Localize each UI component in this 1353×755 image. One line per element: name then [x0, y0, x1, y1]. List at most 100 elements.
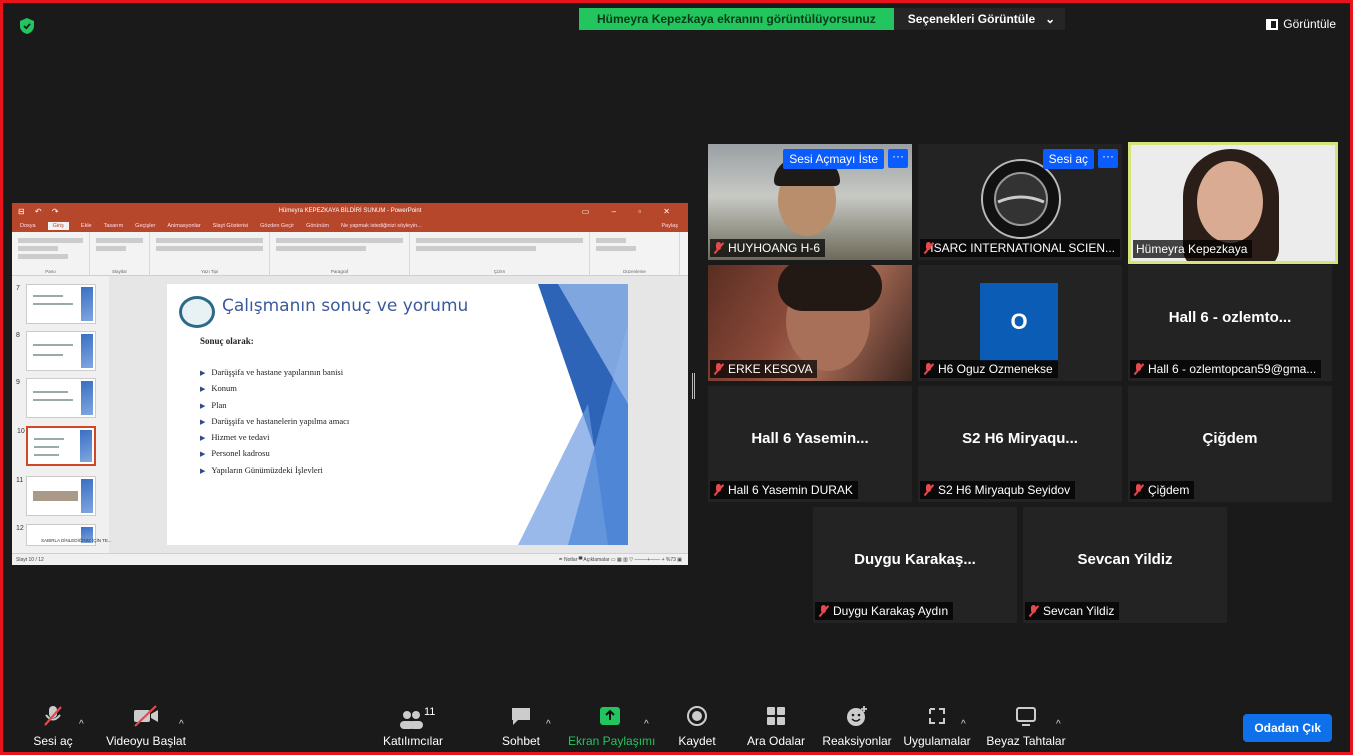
- chat-options-caret-icon[interactable]: ^: [546, 719, 551, 730]
- participant-tile[interactable]: Sesi aç ··· ISARC INTERNATIONAL SCIEN...: [918, 144, 1122, 260]
- security-shield-icon[interactable]: [19, 17, 35, 35]
- slide-thumbnail: 7: [16, 284, 96, 324]
- start-video-button[interactable]: Videoyu Başlat: [106, 705, 186, 748]
- ribbon-group: Yazı Tipi: [150, 232, 270, 275]
- audio-options-caret-icon[interactable]: ^: [79, 719, 84, 730]
- share-screen-label: Ekran Paylaşımı: [568, 734, 656, 748]
- isarc-logo-icon: [179, 296, 215, 328]
- participant-tile[interactable]: Duygu Karakaş... Duygu Karakaş Aydın: [813, 507, 1017, 623]
- chat-label: Sohbet: [501, 734, 541, 748]
- view-button-label: Görüntüle: [1283, 17, 1336, 31]
- apps-options-caret-icon[interactable]: ^: [961, 719, 966, 730]
- ppt-tab: Tasarım: [103, 222, 124, 229]
- more-options-button[interactable]: ···: [888, 149, 908, 168]
- participant-name: Hümeyra Kepezkaya: [1133, 240, 1253, 258]
- ppt-tab: Görünüm: [306, 222, 330, 229]
- avatar: O: [980, 283, 1058, 361]
- participant-name: Duygu Karakaş Aydın: [815, 602, 954, 620]
- muted-mic-icon: [713, 363, 724, 375]
- participant-name: Hall 6 Yasemin DURAK: [710, 481, 858, 499]
- muted-mic-icon: [1133, 484, 1144, 496]
- breakout-rooms-button[interactable]: Ara Odalar: [746, 705, 806, 748]
- participant-tile[interactable]: Hall 6 - ozlemto... Hall 6 - ozlemtopcan…: [1128, 265, 1332, 381]
- shared-screen[interactable]: ⊟ ↶ ↷ Hümeyra KEPEZKAYA BİLDİRİ SUNUM - …: [12, 203, 688, 565]
- ppt-status-bar: Slayt 10 / 12 ≐ Notlar ▀ Açıklamalar ▭ ▦…: [12, 553, 688, 565]
- video-options-caret-icon[interactable]: ^: [179, 719, 184, 730]
- participant-tile[interactable]: Sevcan Yildiz Sevcan Yildiz: [1023, 507, 1227, 623]
- slide-bullet-list: Darüşşifa ve hastane yapılarının banisi …: [200, 367, 349, 481]
- current-slide: Çalışmanın sonuç ve yorumu Sonuç olarak:…: [167, 284, 628, 545]
- participants-count: 11: [424, 706, 436, 718]
- participant-tile[interactable]: ERKE KESOVA: [708, 265, 912, 381]
- grid-view-icon: [1266, 18, 1279, 30]
- view-options-button[interactable]: Seçenekleri Görüntüle ⌄: [893, 8, 1066, 30]
- ribbon-group: Çizim: [410, 232, 590, 275]
- breakout-rooms-icon: [767, 707, 785, 725]
- participant-display-name: Hall 6 Yasemin...: [751, 430, 869, 447]
- participant-tile[interactable]: Hall 6 Yasemin... Hall 6 Yasemin DURAK: [708, 386, 912, 502]
- participant-display-name: Sevcan Yildiz: [1077, 551, 1173, 568]
- participant-face: [1197, 161, 1263, 243]
- unmute-button[interactable]: Sesi aç: [31, 705, 75, 748]
- slide-bullet: Personel kadrosu: [200, 448, 349, 464]
- panel-splitter-handle[interactable]: [692, 373, 695, 399]
- apps-icon: [929, 708, 945, 724]
- ppt-quick-access-icon: ⊟ ↶ ↷: [18, 206, 63, 216]
- ppt-tab: Dosya: [20, 222, 36, 229]
- ppt-tab: Ekle: [80, 222, 92, 229]
- record-button[interactable]: Kaydet: [675, 705, 719, 748]
- muted-mic-icon: [713, 484, 724, 496]
- ppt-title-bar: ⊟ ↶ ↷ Hümeyra KEPEZKAYA BİLDİRİ SUNUM - …: [12, 203, 688, 219]
- whiteboards-button[interactable]: Beyaz Tahtalar: [986, 705, 1066, 748]
- ppt-tab: Slayt Gösterisi: [212, 222, 249, 229]
- slide-thumbnail-selected: 10: [17, 426, 96, 466]
- record-icon: [687, 706, 707, 726]
- ppt-tab: Gözden Geçir: [260, 222, 295, 229]
- meeting-toolbar: Sesi aç ^ Videoyu Başlat ^ 11 Katılımcıl…: [3, 704, 1350, 752]
- reactions-label: Reaksiyonlar: [822, 734, 892, 748]
- ask-to-unmute-button[interactable]: Sesi Açmayı İste: [783, 149, 884, 169]
- chat-button[interactable]: Sohbet: [499, 705, 543, 748]
- unmute-button[interactable]: Sesi aç: [1042, 149, 1094, 169]
- slide-subheading: Sonuç olarak:: [200, 336, 254, 346]
- participant-tile[interactable]: O H6 Oguz Ozmenekse: [918, 265, 1122, 381]
- participant-name: HUYHOANG H-6: [710, 239, 826, 257]
- participant-name: Çiğdem: [1130, 481, 1195, 499]
- participant-tile[interactable]: Sesi Açmayı İste ··· HUYHOANG H-6: [708, 144, 912, 260]
- participant-name: ISARC INTERNATIONAL SCIEN...: [920, 239, 1120, 257]
- muted-mic-icon: [1133, 363, 1144, 375]
- chat-icon: [512, 708, 530, 725]
- breakout-rooms-label: Ara Odalar: [746, 734, 806, 748]
- whiteboard-options-caret-icon[interactable]: ^: [1056, 719, 1061, 730]
- slide-bullet: Darüşşifa ve hastanelerin yapılma amacı: [200, 416, 349, 432]
- start-video-label: Videoyu Başlat: [106, 734, 186, 748]
- ppt-tab: Paylaş: [661, 222, 678, 229]
- slide-thumbnails: 7 8 9 10 11 12 SABIRLA DİNLEDİĞİNİZ İÇİN …: [12, 276, 112, 553]
- ppt-tab: Animasyonlar: [167, 222, 201, 229]
- reactions-button[interactable]: Reaksiyonlar: [822, 705, 892, 748]
- participant-name: S2 H6 Miryaqub Seyidov: [920, 481, 1076, 499]
- leave-meeting-button[interactable]: Odadan Çık: [1243, 714, 1332, 742]
- slide-counter: Slayt 10 / 12: [16, 557, 44, 563]
- ribbon-group: Düzenleme: [590, 232, 680, 275]
- slide-bullet: Hizmet ve tedavi: [200, 432, 349, 448]
- participant-tile-active-speaker[interactable]: Hümeyra Kepezkaya: [1128, 142, 1338, 264]
- ppt-ribbon: Pano Slaytlar Yazı Tipi Paragraf Çizim D…: [12, 232, 688, 276]
- participant-display-name: Duygu Karakaş...: [854, 551, 976, 568]
- more-options-button[interactable]: ···: [1098, 149, 1118, 168]
- slide-thumbnail: 9: [16, 378, 96, 418]
- view-button[interactable]: Görüntüle: [1266, 17, 1336, 31]
- window-controls-icon: ▭ – ▫ ✕: [581, 206, 680, 216]
- participant-display-name: S2 H6 Miryaqu...: [962, 430, 1078, 447]
- participant-tile[interactable]: Çiğdem Çiğdem: [1128, 386, 1332, 502]
- muted-mic-icon: [1028, 605, 1039, 617]
- muted-mic-icon: [923, 484, 934, 496]
- share-options-caret-icon[interactable]: ^: [644, 719, 649, 730]
- ppt-window-title: Hümeyra KEPEZKAYA BİLDİRİ SUNUM - PowerP…: [278, 208, 422, 214]
- slide-decoration: [518, 284, 628, 545]
- participants-button[interactable]: 11 Katılımcılar: [380, 706, 446, 748]
- participant-tile[interactable]: S2 H6 Miryaqu... S2 H6 Miryaqub Seyidov: [918, 386, 1122, 502]
- participant-name: H6 Oguz Ozmenekse: [920, 360, 1058, 378]
- microphone-muted-icon: [44, 706, 62, 726]
- share-screen-button[interactable]: Ekran Paylaşımı: [568, 705, 656, 748]
